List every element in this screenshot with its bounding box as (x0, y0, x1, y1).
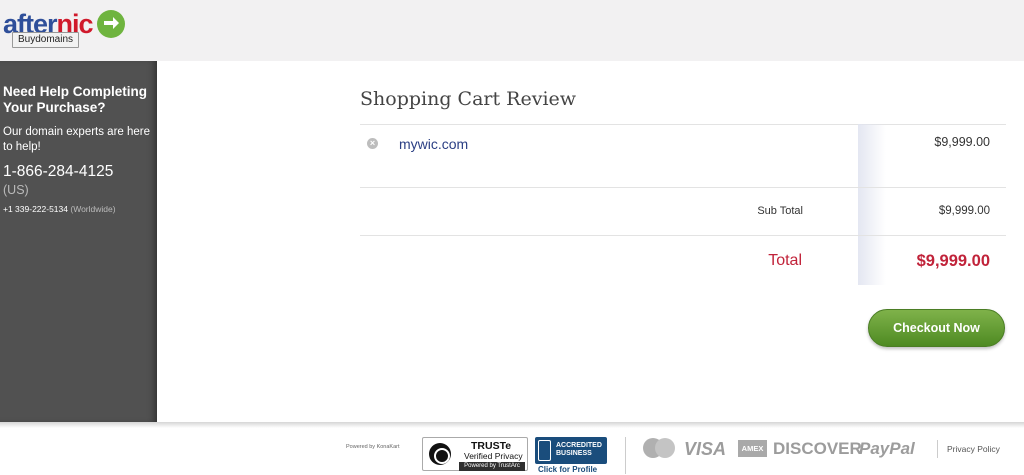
divider (360, 235, 1006, 236)
cart-table: × mywic.com $9,999.00 Sub Total $9,999.0… (360, 124, 1006, 285)
subtotal-value: $9,999.00 (938, 205, 990, 217)
subtotal-label: Sub Total (757, 205, 803, 217)
phone-us[interactable]: 1-866-284-4125 (3, 163, 153, 181)
checkout-now-button[interactable]: Checkout Now (868, 309, 1005, 347)
truste-powered: Powered by TrustArc (459, 462, 525, 471)
amex-icon: AMEX (738, 440, 767, 457)
footer-divider (625, 437, 626, 474)
truste-badge[interactable]: TRUSTe Verified Privacy Powered by Trust… (422, 437, 528, 471)
site-header: afternic Buydomains (0, 0, 1024, 61)
phone-intl-number[interactable]: +1 339-222-5134 (3, 204, 68, 214)
phone-us-label: (US) (3, 183, 29, 197)
column-shade (858, 124, 886, 285)
bbb-accredited: ACCREDITED BUSINESS (556, 442, 602, 457)
discover-icon: DISCOVER (773, 439, 862, 458)
bbb-logo-icon (538, 440, 551, 461)
item-domain-link[interactable]: mywic.com (399, 136, 468, 152)
bbb-badge[interactable]: ACCREDITED BUSINESS Click for Profile (535, 437, 607, 474)
mastercard-icon (643, 438, 675, 458)
help-text: Our domain experts are here to help! (3, 126, 151, 153)
total-value: $9,999.00 (916, 252, 990, 270)
privacy-policy-link[interactable]: Privacy Policy (947, 444, 1000, 454)
paypal-icon: PayPal (859, 439, 915, 458)
footer-divider (937, 440, 938, 458)
footer-separator (0, 422, 1024, 428)
item-price: $9,999.00 (934, 135, 990, 149)
logo-sublabel: Buydomains (12, 32, 80, 48)
truste-subtitle: Verified Privacy (464, 451, 523, 461)
visa-icon: VISA (684, 439, 727, 459)
divider (360, 187, 1006, 188)
help-sidebar: Need Help Completing Your Purchase? Our … (0, 61, 157, 422)
bbb-box: ACCREDITED BUSINESS (535, 437, 607, 464)
remove-item-icon[interactable]: × (367, 138, 378, 149)
powered-by-text: Powered by KonaKart (346, 444, 400, 450)
phone-intl-label: (Worldwide) (70, 204, 116, 214)
page-title: Shopping Cart Review (360, 88, 577, 110)
phone-intl[interactable]: +1 339-222-5134 (Worldwide) (3, 204, 153, 214)
total-label: Total (768, 252, 802, 269)
logo-arrows-icon (96, 10, 125, 38)
bbb-click-profile: Click for Profile (538, 465, 598, 474)
truste-logo-icon (429, 443, 451, 465)
divider (360, 124, 1006, 125)
help-title: Need Help Completing Your Purchase? (3, 84, 148, 115)
